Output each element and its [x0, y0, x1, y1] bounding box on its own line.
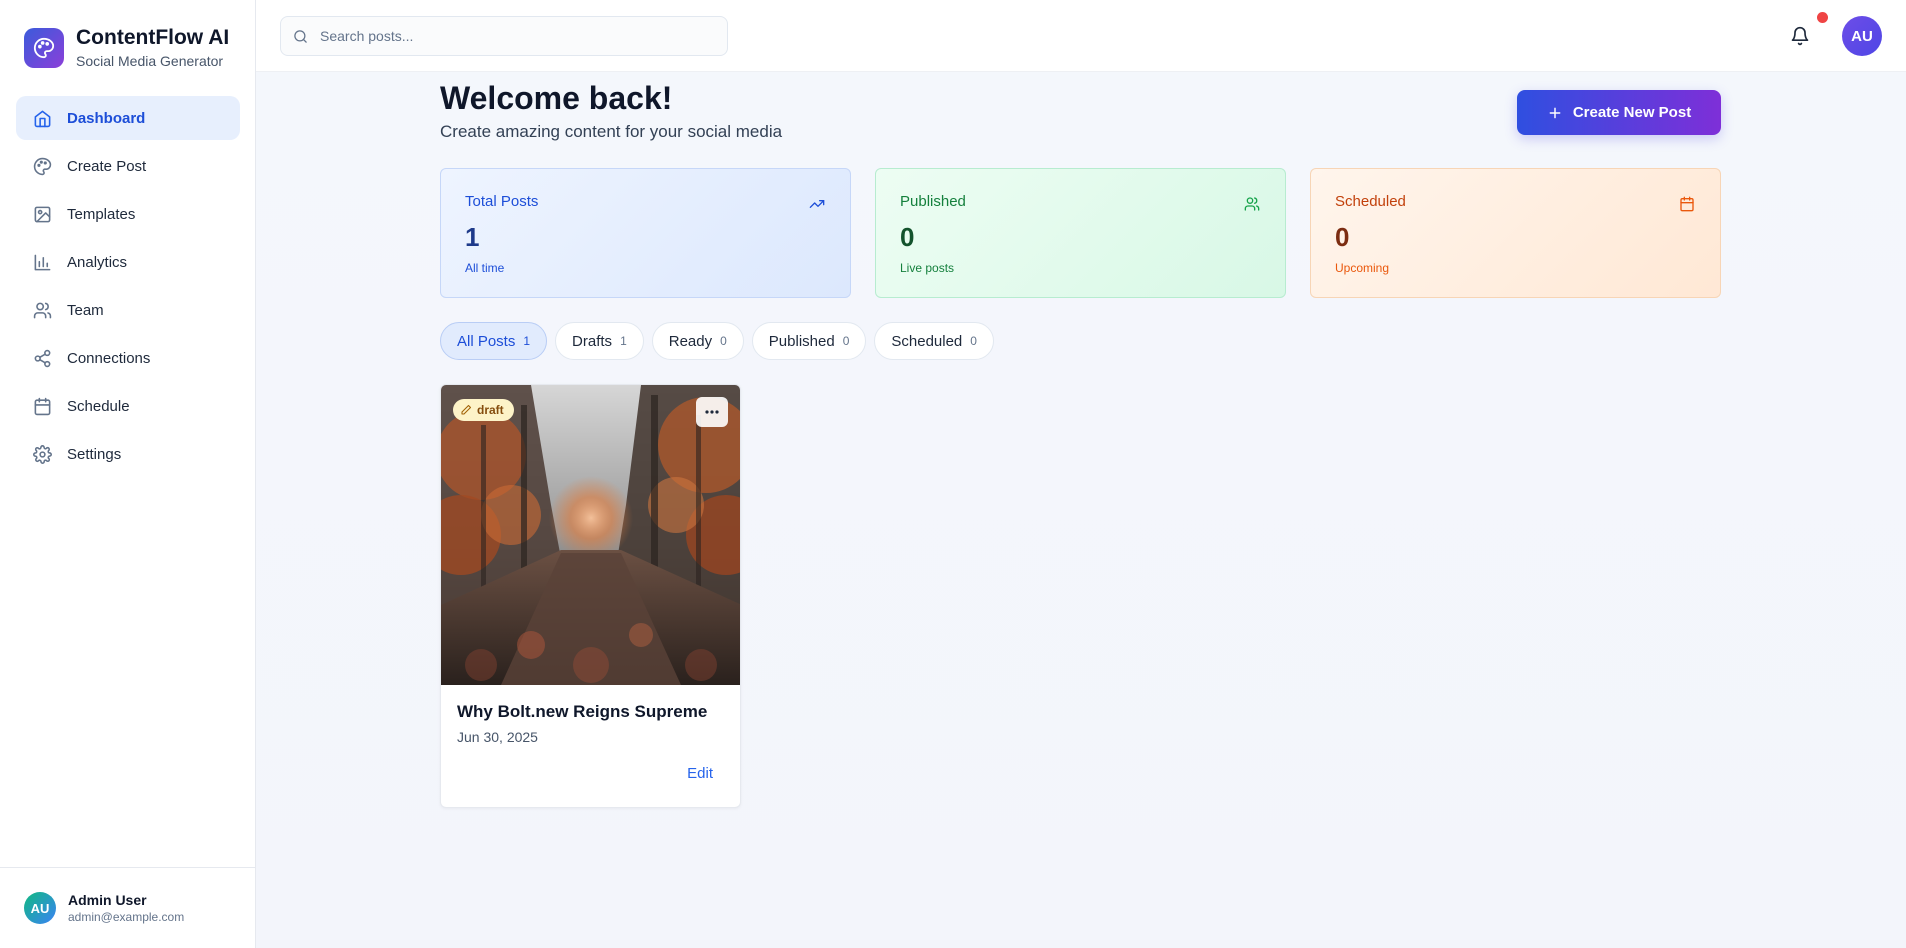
trending-up-icon	[808, 195, 826, 213]
tab-all-posts[interactable]: All Posts 1	[440, 322, 548, 360]
sidebar-item-create-post[interactable]: Create Post	[16, 144, 240, 188]
palette-logo-icon	[24, 28, 64, 68]
post-date: Jun 30, 2025	[457, 729, 538, 745]
plus-icon	[1547, 105, 1563, 121]
stat-value: 0	[900, 222, 915, 252]
post-image: draft	[441, 385, 740, 685]
user-email: admin@example.com	[68, 910, 185, 924]
create-new-post-button[interactable]: Create New Post	[1517, 90, 1721, 135]
stat-card-published: Published 0 Live posts	[875, 168, 1286, 298]
gear-icon	[32, 444, 52, 464]
autumn-forest-path-image	[441, 385, 740, 685]
tab-label: All Posts	[457, 332, 516, 350]
user-avatar-button[interactable]: AU	[1842, 16, 1882, 56]
sidebar-item-team[interactable]: Team	[16, 288, 240, 332]
user-profile[interactable]: AU Admin User admin@example.com	[0, 867, 256, 948]
brand-title: ContentFlow AI	[76, 26, 230, 49]
sidebar-item-connections[interactable]: Connections	[16, 336, 240, 380]
stat-value: 1	[465, 222, 480, 252]
tab-count: 0	[970, 334, 977, 348]
stat-sub: All time	[465, 261, 505, 275]
stats-row: Total Posts 1 All time Published 0 Live …	[440, 168, 1721, 298]
users-icon	[32, 300, 52, 320]
search-box[interactable]	[280, 16, 728, 56]
users-icon	[1243, 195, 1261, 213]
sidebar-item-settings[interactable]: Settings	[16, 432, 240, 476]
sidebar-item-analytics[interactable]: Analytics	[16, 240, 240, 284]
sidebar-nav: Dashboard Create Post Templates Analytic…	[16, 96, 240, 480]
page-subtitle: Create amazing content for your social m…	[440, 122, 783, 141]
search-icon	[293, 29, 308, 44]
tab-label: Scheduled	[891, 332, 963, 350]
user-name: Admin User	[68, 892, 147, 908]
tab-label: Published	[768, 332, 835, 350]
post-title: Why Bolt.new Reigns Supreme	[457, 702, 708, 721]
more-options-button[interactable]	[696, 397, 728, 427]
tab-count: 1	[523, 334, 531, 348]
search-input[interactable]	[320, 28, 700, 44]
tab-count: 0	[842, 334, 850, 348]
ellipsis-icon	[705, 410, 719, 414]
stat-sub: Upcoming	[1335, 261, 1390, 275]
tab-scheduled[interactable]: Scheduled 0	[874, 322, 994, 360]
create-new-post-label: Create New Post	[1572, 104, 1692, 121]
tab-label: Ready	[668, 332, 713, 350]
share-icon	[32, 348, 52, 368]
notification-dot	[1817, 12, 1828, 23]
stat-card-total-posts: Total Posts 1 All time	[440, 168, 851, 298]
palette-icon	[32, 156, 52, 176]
calendar-icon	[1678, 195, 1696, 213]
avatar: AU	[24, 892, 56, 924]
stat-card-scheduled: Scheduled 0 Upcoming	[1310, 168, 1721, 298]
tab-label: Drafts	[572, 332, 613, 350]
stat-value: 0	[1335, 222, 1350, 252]
stat-label: Total Posts	[465, 193, 539, 210]
edit-post-link[interactable]: Edit	[687, 765, 713, 782]
sidebar-item-label: Dashboard	[67, 109, 146, 127]
sidebar-item-label: Schedule	[67, 397, 130, 415]
tab-ready[interactable]: Ready 0	[651, 322, 744, 360]
sidebar-item-label: Create Post	[67, 157, 147, 175]
tab-count: 1	[620, 334, 627, 348]
sidebar-item-label: Analytics	[67, 253, 128, 271]
home-icon	[32, 108, 52, 128]
tab-drafts[interactable]: Drafts 1	[555, 322, 644, 360]
tab-published[interactable]: Published 0	[751, 322, 867, 360]
sidebar: ContentFlow AI Social Media Generator Da…	[0, 0, 256, 948]
brand-subtitle: Social Media Generator	[76, 53, 224, 69]
main-content: Welcome back! Create amazing content for…	[256, 72, 1906, 948]
status-badge-label: draft	[477, 403, 504, 417]
sidebar-item-label: Templates	[67, 205, 136, 223]
bar-chart-icon	[32, 252, 52, 272]
notification-button[interactable]	[1786, 22, 1814, 50]
page-title: Welcome back!	[440, 80, 673, 116]
post-card[interactable]: draft Why Bolt.new Reigns Supreme Jun 30…	[440, 384, 741, 808]
image-icon	[32, 204, 52, 224]
sidebar-item-schedule[interactable]: Schedule	[16, 384, 240, 428]
sidebar-item-dashboard[interactable]: Dashboard	[16, 96, 240, 140]
sidebar-item-templates[interactable]: Templates	[16, 192, 240, 236]
tab-count: 0	[720, 334, 727, 348]
sidebar-item-label: Connections	[67, 349, 151, 367]
stat-label: Scheduled	[1335, 193, 1406, 210]
status-badge: draft	[453, 399, 514, 421]
bell-icon	[1790, 26, 1810, 46]
calendar-icon	[32, 396, 52, 416]
sidebar-item-label: Team	[67, 301, 104, 319]
stat-sub: Live posts	[900, 261, 955, 275]
pencil-note-icon	[460, 404, 472, 416]
sidebar-item-label: Settings	[67, 445, 122, 463]
top-bar: AU	[256, 0, 1906, 72]
filter-tabs: All Posts 1 Drafts 1 Ready 0 Published 0…	[440, 322, 1002, 360]
brand[interactable]: ContentFlow AI Social Media Generator	[24, 26, 229, 70]
stat-label: Published	[900, 193, 966, 210]
